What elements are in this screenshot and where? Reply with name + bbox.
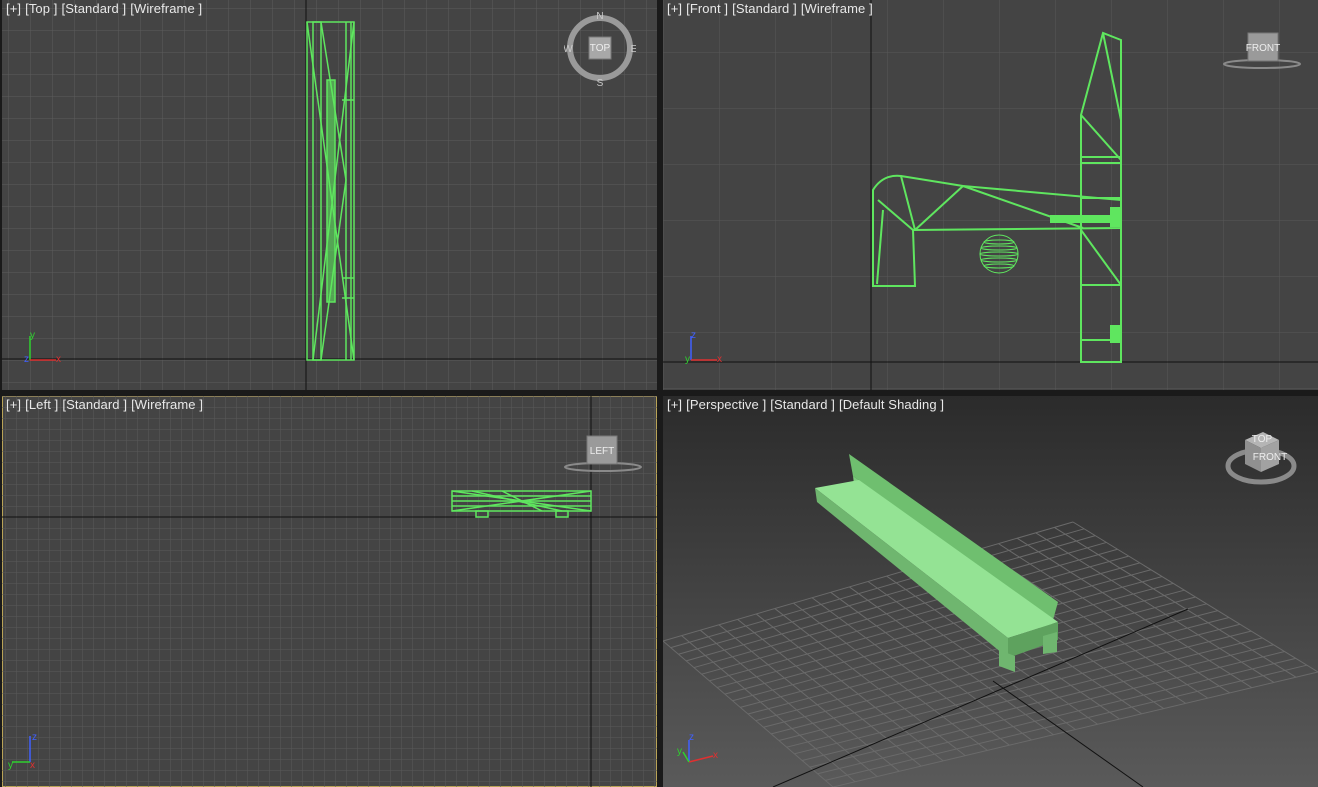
viewcube-persp-front-label: FRONT — [1253, 452, 1287, 463]
axis-z-label: z — [689, 732, 694, 743]
viewport-shading-menu[interactable]: [Default Shading ] — [839, 397, 944, 412]
viewcube-top-label: TOP — [590, 43, 611, 54]
viewport-mode-menu[interactable]: [Standard ] — [732, 1, 797, 16]
axis-x-label: x — [717, 354, 722, 365]
axis-tripod-front: z y x — [685, 330, 722, 365]
viewcube-front-label: FRONT — [1246, 43, 1280, 54]
compass-e: E — [631, 44, 636, 55]
viewport-mode-menu[interactable]: [Standard ] — [770, 397, 835, 412]
wireframe-front[interactable] — [663, 0, 1318, 390]
axis-x-label: x — [56, 354, 61, 365]
viewport-shading-menu[interactable]: [Wireframe ] — [130, 1, 202, 16]
viewport-label-top: [+] [Top ] [Standard ] [Wireframe ] — [6, 1, 206, 16]
viewport-mode-menu[interactable]: [Standard ] — [62, 397, 127, 412]
viewport-mode-menu[interactable]: [Standard ] — [62, 1, 127, 16]
viewport-menu-plus[interactable]: [+] — [6, 1, 21, 16]
axis-tripod-top: y z x — [24, 330, 61, 365]
wireframe-left[interactable] — [2, 396, 657, 787]
viewport-view-menu[interactable]: [Top ] — [25, 1, 57, 16]
viewport-menu-plus[interactable]: [+] — [667, 397, 682, 412]
viewport-shading-menu[interactable]: [Wireframe ] — [801, 1, 873, 16]
viewport-menu-plus[interactable]: [+] — [6, 397, 21, 412]
viewport-perspective[interactable]: [+] [Perspective ] [Standard ] [Default Sha… — [663, 396, 1318, 787]
viewcube-perspective-gizmo[interactable]: TOP FRONT — [1225, 430, 1297, 488]
viewport-label-left: [+] [Left ] [Standard ] [Wireframe ] — [6, 397, 207, 412]
axis-z-label: z — [32, 732, 37, 743]
viewport-front[interactable]: [+] [Front ] [Standard ] [Wireframe ] FR… — [663, 0, 1318, 390]
viewcube-left-gizmo[interactable]: LEFT — [562, 434, 644, 476]
compass-s: S — [597, 78, 604, 88]
bench-shaded-model[interactable] — [663, 396, 1318, 787]
viewcube-front-gizmo[interactable]: FRONT — [1221, 30, 1303, 74]
viewport-view-menu[interactable]: [Left ] — [25, 397, 58, 412]
compass-n: N — [596, 11, 603, 22]
viewport-shading-menu[interactable]: [Wireframe ] — [131, 397, 203, 412]
viewport-left[interactable]: [+] [Left ] [Standard ] [Wireframe ] LEFT z… — [2, 396, 657, 787]
axis-y-label: y — [8, 760, 13, 771]
axis-y-label: y — [30, 330, 35, 341]
axis-z-label: z — [691, 330, 696, 341]
viewport-top[interactable]: [+] [Top ] [Standard ] [Wireframe ] TOP N S… — [2, 0, 657, 390]
viewport-label-perspective: [+] [Perspective ] [Standard ] [Default Sha… — [667, 397, 948, 412]
viewcube-left-label: LEFT — [590, 446, 614, 457]
compass-gizmo[interactable]: TOP N S W E — [564, 10, 636, 88]
axis-tripod-perspective: z y x — [677, 732, 718, 763]
viewport-label-front: [+] [Front ] [Standard ] [Wireframe ] — [667, 1, 877, 16]
viewcube-persp-top-label: TOP — [1252, 434, 1273, 445]
axis-y-label: y — [685, 354, 690, 365]
viewport-view-menu[interactable]: [Perspective ] — [686, 397, 766, 412]
wireframe-top[interactable] — [2, 0, 657, 390]
viewport-menu-plus[interactable]: [+] — [667, 1, 682, 16]
axis-x-label: x — [30, 760, 35, 771]
viewport-view-menu[interactable]: [Front ] — [686, 1, 728, 16]
axis-y-label: y — [677, 746, 682, 757]
axis-tripod-left: z y x — [8, 732, 37, 771]
axis-x-label: x — [713, 750, 718, 761]
compass-w: W — [564, 44, 573, 55]
axis-z-label: z — [24, 354, 29, 365]
